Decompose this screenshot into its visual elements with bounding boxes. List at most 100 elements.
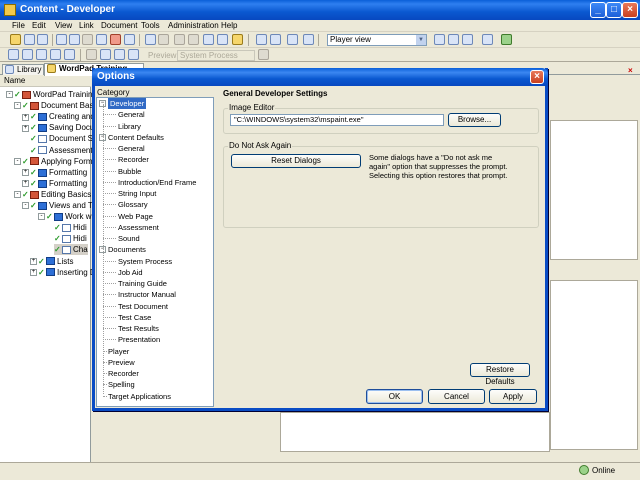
category-item[interactable]: Player: [108, 346, 129, 357]
preview-go-icon[interactable]: [258, 49, 269, 60]
tree-item[interactable]: - ✓ Document Basics: [14, 100, 103, 111]
menu-file[interactable]: File: [12, 21, 25, 30]
tree-item[interactable]: + ✓ Creating and: [22, 111, 95, 122]
find-icon[interactable]: [217, 34, 228, 45]
close-button[interactable]: ×: [622, 2, 638, 18]
category-item[interactable]: Test Results: [118, 323, 159, 334]
expander-icon[interactable]: -: [38, 213, 45, 221]
expander-icon[interactable]: +: [30, 257, 37, 265]
menu-help[interactable]: Help: [221, 21, 237, 30]
tree-item[interactable]: - ✓ Editing Basics: [14, 189, 91, 200]
category-item[interactable]: Training Guide: [118, 278, 167, 289]
open-folder-icon[interactable]: [10, 34, 21, 45]
expander-icon[interactable]: -: [14, 102, 21, 110]
save-icon[interactable]: [24, 34, 35, 45]
close-panel-icon[interactable]: ×: [628, 66, 638, 75]
expander-icon[interactable]: +: [30, 268, 37, 276]
tree-item[interactable]: + ✓ Formatting: [22, 167, 87, 178]
ok-button[interactable]: OK: [366, 389, 423, 404]
category-item[interactable]: Test Document: [118, 301, 168, 312]
category-item[interactable]: Assessment: [118, 222, 159, 233]
package-icon[interactable]: [64, 49, 75, 60]
tree-item[interactable]: - ✓ WordPad Training: [6, 89, 97, 100]
category-item[interactable]: Recorder: [118, 154, 149, 165]
tree-item[interactable]: + ✓ Saving Docu: [22, 122, 94, 133]
menu-link[interactable]: Link: [79, 21, 94, 30]
category-item[interactable]: Content Defaults: [108, 132, 164, 143]
expander-icon[interactable]: -: [22, 202, 29, 210]
category-item[interactable]: Library: [118, 121, 141, 132]
tree-item[interactable]: ✓ Hidi: [54, 222, 87, 233]
tree-item[interactable]: + ✓ Lists: [30, 256, 73, 267]
upload-icon[interactable]: [482, 34, 493, 45]
preview-select[interactable]: System Process: [177, 50, 255, 61]
tree-item[interactable]: ✓ Document S: [30, 133, 93, 144]
move-up-icon[interactable]: [100, 49, 111, 60]
properties-icon[interactable]: [124, 34, 135, 45]
expander-icon[interactable]: +: [22, 180, 29, 188]
menu-document[interactable]: Document: [101, 21, 137, 30]
category-item[interactable]: General: [118, 109, 145, 120]
menu-view[interactable]: View: [55, 21, 72, 30]
record-icon[interactable]: [256, 34, 267, 45]
forward-icon[interactable]: [188, 34, 199, 45]
tree-item[interactable]: ✓ Hidi: [54, 233, 87, 244]
expander-icon[interactable]: +: [22, 124, 29, 132]
section-icon[interactable]: [22, 49, 33, 60]
restore-defaults-button[interactable]: Restore Defaults: [470, 363, 530, 386]
reset-dialogs-button[interactable]: Reset Dialogs: [231, 154, 361, 168]
tree-item[interactable]: + ✓ Formatting: [22, 178, 87, 189]
category-item[interactable]: General: [118, 143, 145, 154]
document-icon[interactable]: [8, 49, 19, 60]
indent-icon[interactable]: [128, 49, 139, 60]
main-title-bar[interactable]: Content - Developer _ □ ×: [0, 0, 640, 20]
move-down-icon[interactable]: [114, 49, 125, 60]
cancel-button[interactable]: Cancel: [428, 389, 485, 404]
category-item[interactable]: Instructor Manual: [118, 289, 176, 300]
no-link-icon[interactable]: [86, 49, 97, 60]
cut-icon[interactable]: [56, 34, 67, 45]
tree-item[interactable]: - ✓ Views and T: [22, 200, 93, 211]
player-view-select[interactable]: Player view ▼: [327, 34, 427, 46]
category-item[interactable]: Sound: [118, 233, 140, 244]
category-item[interactable]: Recorder: [108, 368, 139, 379]
copy-icon[interactable]: [69, 34, 80, 45]
menu-administration[interactable]: Administration: [168, 21, 219, 30]
print-icon[interactable]: [37, 34, 48, 45]
spell-check-icon[interactable]: [203, 34, 214, 45]
category-item[interactable]: Documents: [108, 244, 146, 255]
delete-icon[interactable]: [110, 34, 121, 45]
sound-icon[interactable]: [303, 34, 314, 45]
dialog-title-bar[interactable]: Options: [92, 68, 548, 86]
category-item[interactable]: Job Aid: [118, 267, 143, 278]
topic-icon[interactable]: [36, 49, 47, 60]
category-item[interactable]: String Input: [118, 188, 156, 199]
category-item[interactable]: Web Page: [118, 211, 153, 222]
tree-item[interactable]: + ✓ Inserting Da: [30, 267, 100, 278]
properties-pane[interactable]: [550, 120, 638, 260]
dialog-close-button[interactable]: ×: [530, 70, 544, 84]
undo-icon[interactable]: [145, 34, 156, 45]
category-item[interactable]: Glossary: [118, 199, 148, 210]
edit-frame-icon[interactable]: [270, 34, 281, 45]
apply-button[interactable]: Apply: [489, 389, 537, 404]
category-item[interactable]: System Process: [118, 256, 172, 267]
browse-button[interactable]: Browse...: [448, 113, 501, 127]
minimize-button[interactable]: _: [590, 2, 606, 18]
category-item[interactable]: Spelling: [108, 379, 135, 390]
tab-library[interactable]: Library: [2, 64, 44, 75]
paste-icon[interactable]: [82, 34, 93, 45]
split-view-icon[interactable]: [448, 34, 459, 45]
image-editor-path-input[interactable]: "C:\WINDOWS\system32\mspaint.exe": [230, 114, 444, 126]
web-page-icon[interactable]: [50, 49, 61, 60]
expander-icon[interactable]: -: [14, 157, 21, 165]
menu-tools[interactable]: Tools: [141, 21, 160, 30]
back-icon[interactable]: [174, 34, 185, 45]
link-icon[interactable]: [96, 34, 107, 45]
category-item[interactable]: Test Case: [118, 312, 151, 323]
name-column-header[interactable]: Name: [0, 76, 91, 87]
menu-edit[interactable]: Edit: [32, 21, 46, 30]
tree-item[interactable]: ✓ Assessment: [30, 145, 93, 156]
preview-pane[interactable]: [550, 280, 638, 450]
expander-icon[interactable]: -: [6, 91, 13, 99]
